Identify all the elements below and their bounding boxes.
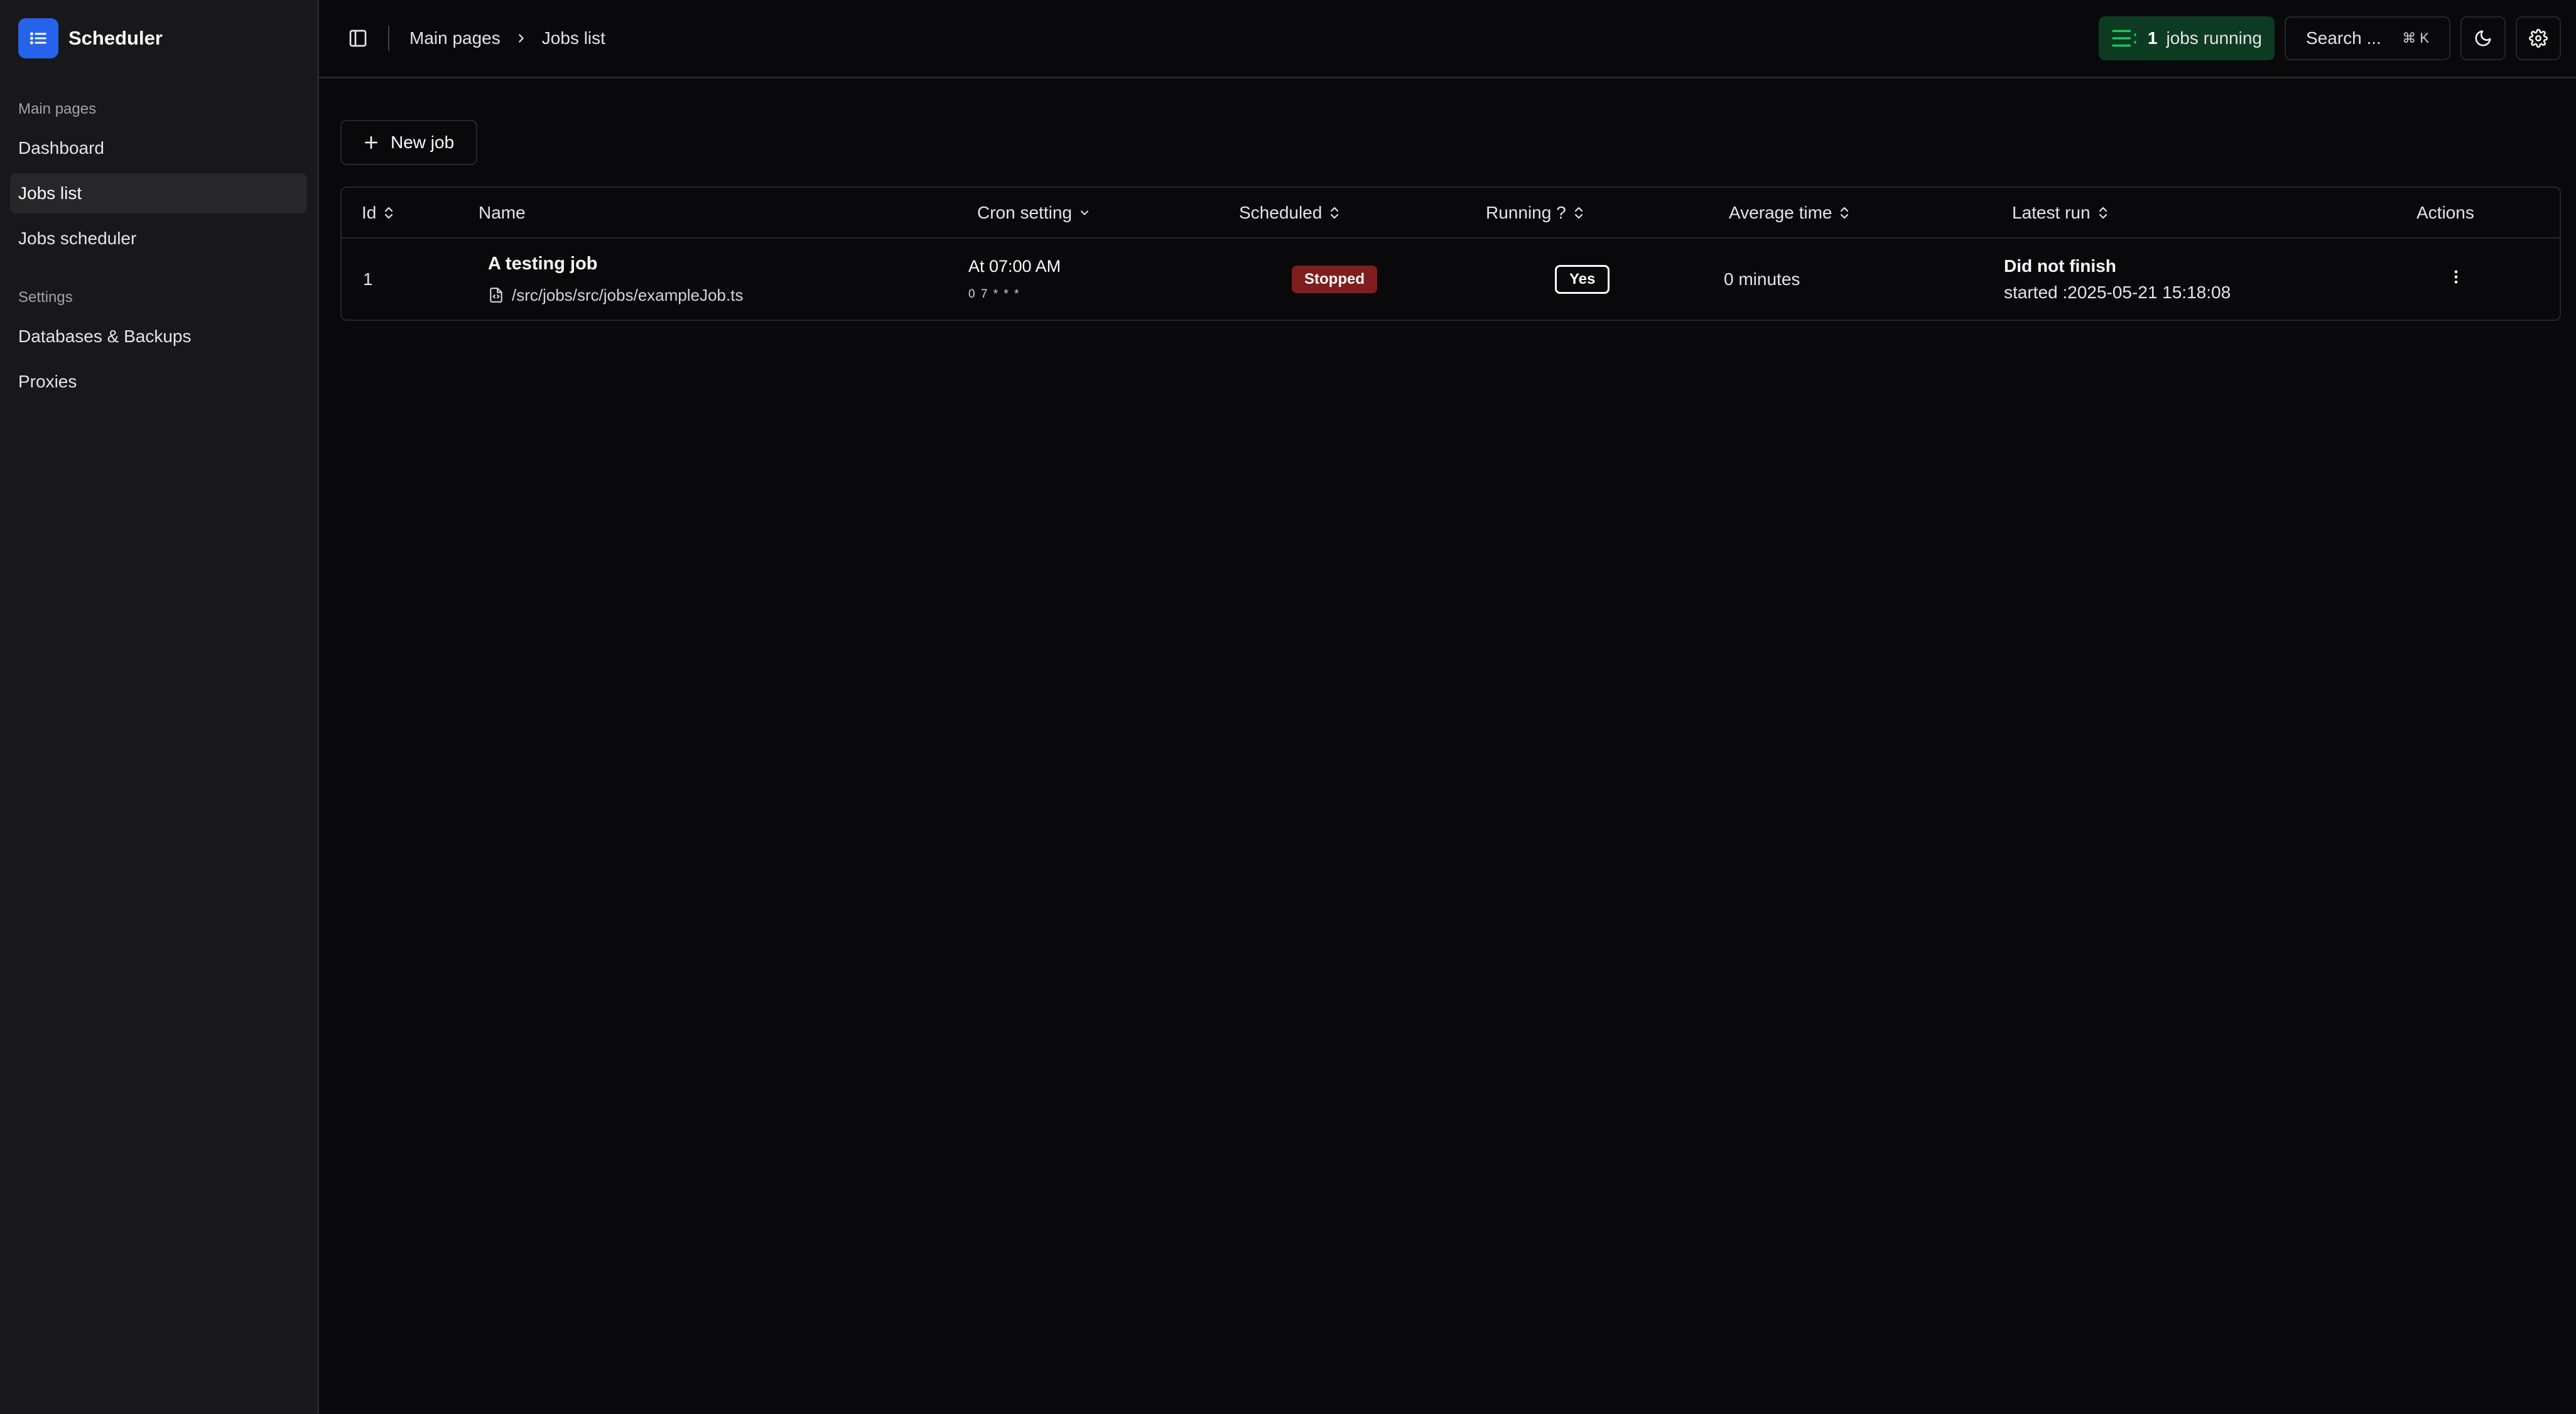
sidebar-item-databases-backups[interactable]: Databases & Backups: [10, 316, 307, 357]
sidebar-item-proxies[interactable]: Proxies: [10, 362, 307, 402]
status-badge-stopped: Stopped: [1292, 265, 1377, 293]
breadcrumb-item-jobs-list: Jobs list: [541, 28, 605, 48]
sort-updown-icon: [1838, 205, 1851, 220]
latest-run-started: started :2025-05-21 15:18:08: [2004, 282, 2231, 302]
cron-expression: 0 7 * * *: [968, 288, 1020, 301]
panel-left-icon: [349, 30, 367, 47]
sidebar-item-jobs-list[interactable]: Jobs list: [10, 173, 307, 213]
latest-run-status: Did not finish: [2004, 256, 2116, 276]
main-area: Main pages Jobs list 1 jobs running Sear…: [319, 0, 2576, 1414]
brand[interactable]: Scheduler: [10, 0, 307, 77]
search-shortcut: ⌘ K: [2402, 30, 2429, 46]
table-row[interactable]: 1 A testing job /src/jobs/src/jobs/examp…: [342, 238, 2560, 320]
table-header-row: Id Name Cron setting Scheduled Running ?…: [342, 188, 2560, 239]
column-header-cron-label: Cron setting: [977, 202, 1072, 222]
app-name: Scheduler: [68, 27, 163, 49]
cron-description: At 07:00 AM: [968, 257, 1061, 276]
cell-running: Yes: [1481, 238, 1724, 320]
more-vertical-icon[interactable]: [2447, 266, 2465, 288]
sidebar: Scheduler Main pages Dashboard Jobs list…: [0, 0, 319, 1414]
chevron-right-icon: [514, 31, 528, 45]
plus-icon: [365, 136, 377, 149]
column-header-running[interactable]: Running ?: [1481, 188, 1724, 239]
search-button[interactable]: Search ... ⌘ K: [2285, 16, 2450, 60]
column-header-id-label: Id: [362, 202, 377, 222]
new-job-button[interactable]: New job: [340, 120, 477, 165]
new-job-label: New job: [391, 132, 455, 152]
cell-id: 1: [363, 269, 373, 289]
column-header-running-label: Running ?: [1486, 202, 1566, 222]
column-header-scheduled-label: Scheduled: [1239, 202, 1323, 222]
column-header-actions: Actions: [2406, 188, 2560, 239]
app-logo-icon: [18, 18, 58, 58]
gear-icon: [2529, 29, 2548, 48]
sidebar-group-label-settings: Settings: [18, 289, 73, 306]
column-header-scheduled[interactable]: Scheduled: [1234, 188, 1481, 239]
settings-button[interactable]: [2516, 16, 2561, 60]
column-header-id[interactable]: Id: [342, 188, 465, 239]
topbar: Main pages Jobs list 1 jobs running Sear…: [319, 0, 2576, 78]
cell-latest-run: Did not finish started :2025-05-21 15:18…: [2004, 238, 2406, 320]
cell-scheduled: Stopped: [1234, 238, 1481, 320]
sort-updown-icon: [2097, 205, 2109, 220]
job-path: /src/jobs/src/jobs/exampleJob.ts: [488, 286, 967, 305]
column-header-cron-setting[interactable]: Cron setting: [967, 188, 1234, 239]
column-header-actions-label: Actions: [2416, 202, 2474, 222]
sidebar-group-label-main: Main pages: [18, 100, 97, 117]
topbar-actions: 1 jobs running Search ... ⌘ K: [2098, 16, 2561, 60]
cell-average-time: 0 minutes: [1724, 269, 1800, 289]
search-label: Search ...: [2306, 28, 2381, 48]
chevron-down-icon: [1078, 207, 1091, 219]
jobs-list-content: New job Id Name Cron setting Scheduled R…: [319, 78, 2576, 321]
job-path-text: /src/jobs/src/jobs/exampleJob.ts: [512, 285, 744, 305]
column-header-average-time[interactable]: Average time: [1724, 188, 2004, 239]
file-code-icon: [490, 288, 502, 303]
status-badge-running: Yes: [1555, 264, 1610, 294]
jobs-running-label: jobs running: [2166, 28, 2262, 48]
sort-updown-icon: [382, 205, 395, 220]
jobs-table: Id Name Cron setting Scheduled Running ?…: [340, 186, 2561, 321]
list-running-icon: [2112, 30, 2136, 47]
job-name[interactable]: A testing job: [488, 254, 967, 274]
cell-name: A testing job /src/jobs/src/jobs/example…: [465, 238, 967, 320]
jobs-running-count: 1: [2147, 28, 2158, 48]
breadcrumb: Main pages Jobs list: [409, 28, 605, 48]
cell-cron: At 07:00 AM 0 7 * * *: [967, 238, 1234, 320]
sidebar-item-dashboard[interactable]: Dashboard: [10, 128, 307, 168]
sidebar-toggle-button[interactable]: [340, 21, 376, 56]
sidebar-item-jobs-scheduler[interactable]: Jobs scheduler: [10, 219, 307, 259]
column-header-latest-run-label: Latest run: [2012, 202, 2091, 222]
moon-icon: [2475, 30, 2491, 46]
jobs-running-indicator[interactable]: 1 jobs running: [2098, 16, 2275, 60]
cell-actions: [2406, 238, 2560, 320]
column-header-name-label: Name: [479, 202, 526, 222]
column-header-name: Name: [465, 188, 967, 239]
topbar-divider: [388, 26, 389, 51]
column-header-average-time-label: Average time: [1729, 202, 1832, 222]
column-header-latest-run[interactable]: Latest run: [2004, 188, 2406, 239]
theme-toggle-button[interactable]: [2460, 16, 2506, 60]
sort-updown-icon: [1328, 205, 1341, 220]
breadcrumb-item-main-pages[interactable]: Main pages: [409, 28, 501, 48]
sort-updown-icon: [1572, 205, 1585, 220]
